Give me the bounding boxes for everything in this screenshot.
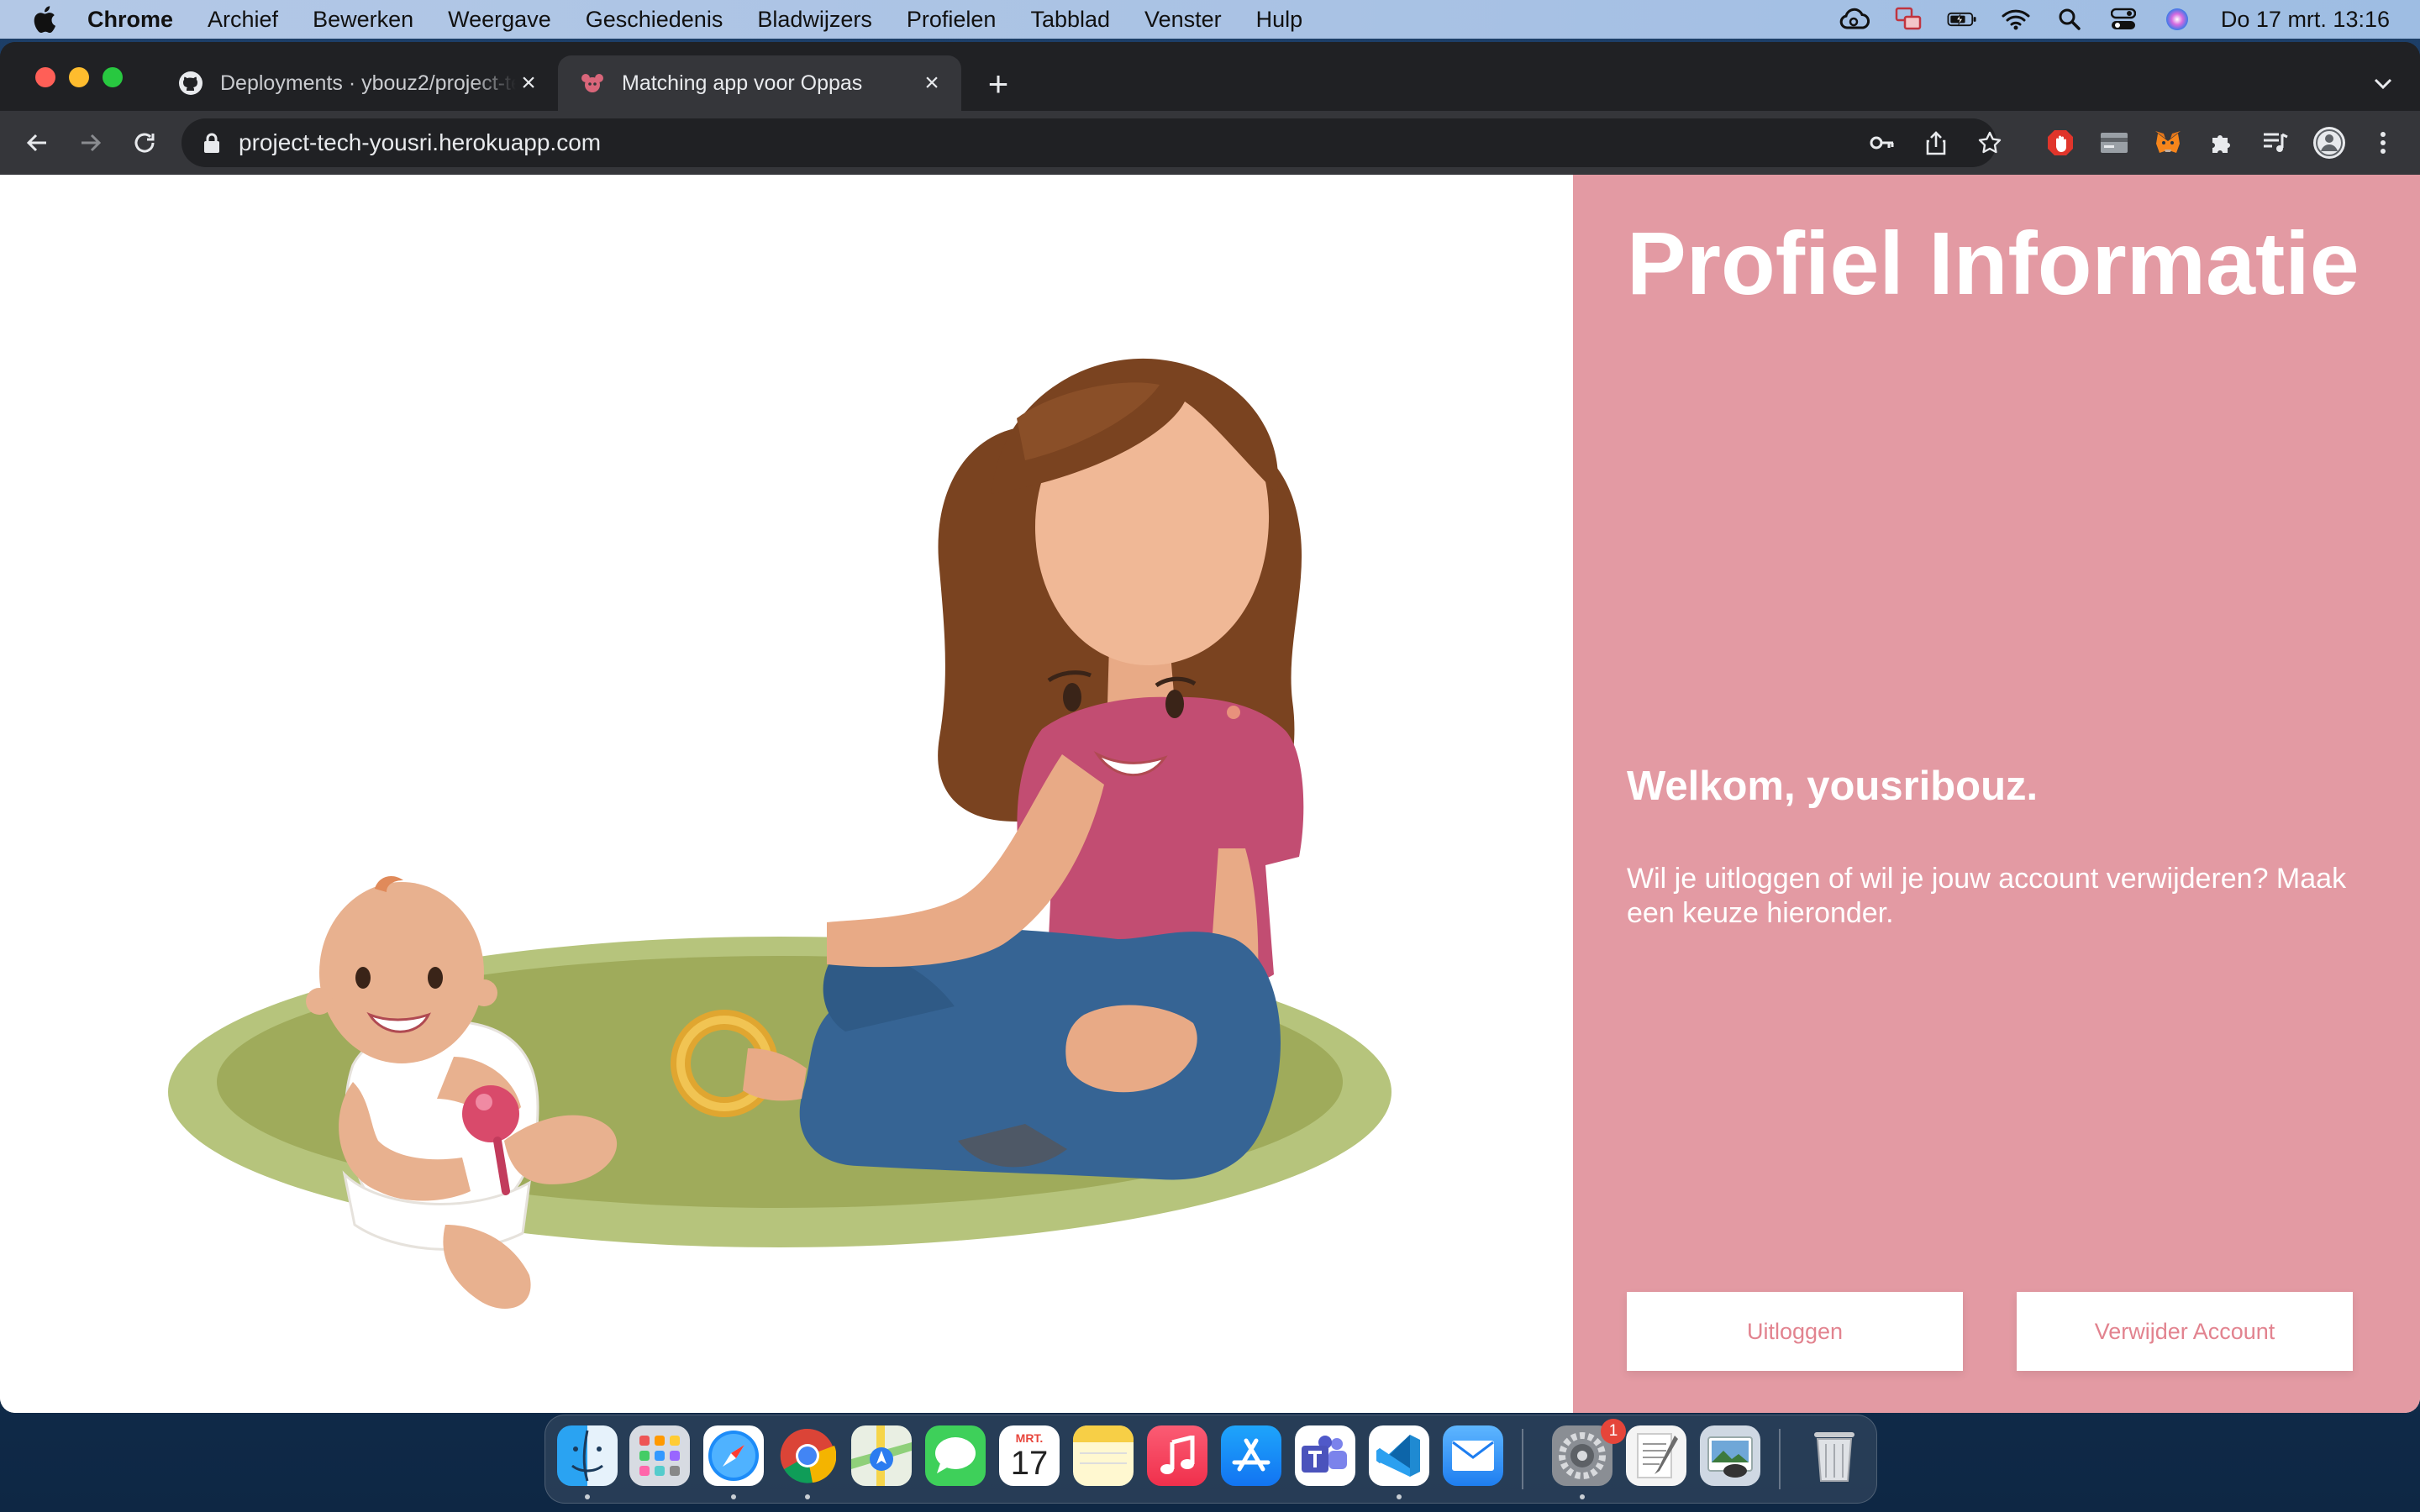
bookmark-star-icon[interactable] [1975, 128, 2005, 158]
maps-icon[interactable] [851, 1425, 912, 1486]
vscode-icon[interactable] [1369, 1425, 1429, 1486]
card-extension-icon[interactable] [2097, 126, 2131, 160]
control-center-icon[interactable] [2108, 4, 2139, 34]
adblock-icon[interactable] [2044, 126, 2077, 160]
creative-cloud-icon[interactable] [1839, 4, 1870, 34]
menu-profielen[interactable]: Profielen [907, 7, 997, 33]
menu-venster[interactable]: Venster [1144, 7, 1222, 33]
new-tab-button[interactable]: + [981, 66, 1015, 102]
teams-icon[interactable] [1295, 1425, 1355, 1486]
spotlight-icon[interactable] [2054, 4, 2085, 34]
messages-icon[interactable] [925, 1425, 986, 1486]
minimize-window-button[interactable] [69, 67, 89, 87]
music-icon[interactable] [1147, 1425, 1207, 1486]
url-text[interactable]: project-tech-yousri.herokuapp.com [239, 118, 601, 167]
wifi-icon[interactable] [2001, 4, 2031, 34]
lock-icon [204, 133, 219, 153]
app-store-icon[interactable] [1221, 1425, 1281, 1486]
dock-separator [1522, 1429, 1523, 1489]
mail-icon[interactable] [1443, 1425, 1503, 1486]
app-favicon-icon [580, 71, 605, 96]
page-title: Profiel Informatie [1627, 214, 2360, 313]
illustration-babysitter [0, 175, 1573, 1413]
battery-icon[interactable] [1947, 4, 1977, 34]
key-icon[interactable] [1867, 128, 1897, 158]
page-content: Profiel Informatie Welkom, yousribouz. W… [0, 175, 2420, 1413]
close-tab-icon[interactable]: × [516, 69, 541, 97]
more-icon[interactable] [2366, 126, 2400, 160]
share-icon[interactable] [1921, 128, 1951, 158]
menu-archief[interactable]: Archief [208, 7, 278, 33]
dock-separator [1779, 1429, 1781, 1489]
menu-weergave[interactable]: Weergave [448, 7, 551, 33]
calendar-icon[interactable]: MRT. 17 [999, 1425, 1060, 1486]
safari-icon[interactable] [703, 1425, 764, 1486]
metamask-icon[interactable] [2151, 126, 2185, 160]
welcome-message: Welkom, yousribouz. [1627, 764, 2039, 809]
menu-bar: Chrome Archief Bewerken Weergave Geschie… [0, 0, 2420, 39]
running-indicator [1397, 1494, 1402, 1499]
close-window-button[interactable] [35, 67, 55, 87]
menu-app-name[interactable]: Chrome [87, 7, 173, 33]
chrome-icon[interactable] [777, 1425, 838, 1486]
running-indicator [585, 1494, 590, 1499]
choice-prompt: Wil je uitloggen of wil je jouw account … [1627, 863, 2347, 929]
menu-bewerken[interactable]: Bewerken [313, 7, 413, 33]
chevron-down-icon[interactable] [2368, 69, 2398, 99]
zoom-window-button[interactable] [103, 67, 123, 87]
calendar-day: 17 [1010, 1445, 1049, 1482]
running-indicator [805, 1494, 810, 1499]
media-controls-icon[interactable] [2259, 126, 2292, 160]
puzzle-icon[interactable] [2205, 126, 2238, 160]
close-tab-icon[interactable]: × [919, 69, 944, 97]
menu-clock[interactable]: Do 17 mrt. 13:16 [2221, 7, 2390, 33]
trash-icon[interactable] [1804, 1425, 1865, 1486]
calendar-month: MRT. [1015, 1431, 1044, 1445]
screen-mirror-icon[interactable] [1893, 4, 1923, 34]
finder-icon[interactable] [557, 1425, 618, 1486]
menu-hulp[interactable]: Hulp [1256, 7, 1303, 33]
notification-badge: 1 [1601, 1419, 1626, 1444]
menu-bladwijzers[interactable]: Bladwijzers [757, 7, 872, 33]
tab-title: Matching app voor Oppas [622, 71, 863, 95]
forward-icon[interactable] [74, 126, 108, 160]
apple-menu-icon[interactable] [29, 4, 59, 34]
browser-toolbar: project-tech-yousri.herokuapp.com [0, 111, 2420, 175]
tab-deployments[interactable]: Deployments · ybouz2/project-tech-yousri… [156, 55, 558, 111]
logout-button[interactable]: Uitloggen [1627, 1292, 1963, 1371]
profile-icon[interactable] [2312, 126, 2346, 160]
launchpad-icon[interactable] [629, 1425, 690, 1486]
siri-icon[interactable] [2162, 4, 2192, 34]
profile-panel: Profiel Informatie Welkom, yousribouz. W… [1573, 175, 2420, 1413]
browser-window: Deployments · ybouz2/project-tech-yousri… [0, 42, 2420, 1413]
tab-matching-app[interactable]: Matching app voor Oppas × [558, 55, 961, 111]
textedit-icon[interactable] [1626, 1425, 1686, 1486]
menu-tabblad[interactable]: Tabblad [1030, 7, 1110, 33]
menu-geschiedenis[interactable]: Geschiedenis [586, 7, 723, 33]
running-indicator [731, 1494, 736, 1499]
delete-account-button[interactable]: Verwijder Account [2017, 1292, 2353, 1371]
github-icon [178, 71, 203, 96]
tab-title: Deployments · ybouz2/project-tech-yousri [220, 71, 516, 95]
back-icon[interactable] [20, 126, 54, 160]
running-indicator [1580, 1494, 1585, 1499]
tab-strip: Deployments · ybouz2/project-tech-yousri… [0, 42, 2420, 111]
dock: MRT. 17 1 [544, 1415, 1877, 1504]
notes-icon[interactable] [1073, 1425, 1134, 1486]
reload-icon[interactable] [128, 126, 161, 160]
address-bar[interactable]: project-tech-yousri.herokuapp.com [182, 118, 2002, 167]
preview-icon[interactable] [1700, 1425, 1760, 1486]
